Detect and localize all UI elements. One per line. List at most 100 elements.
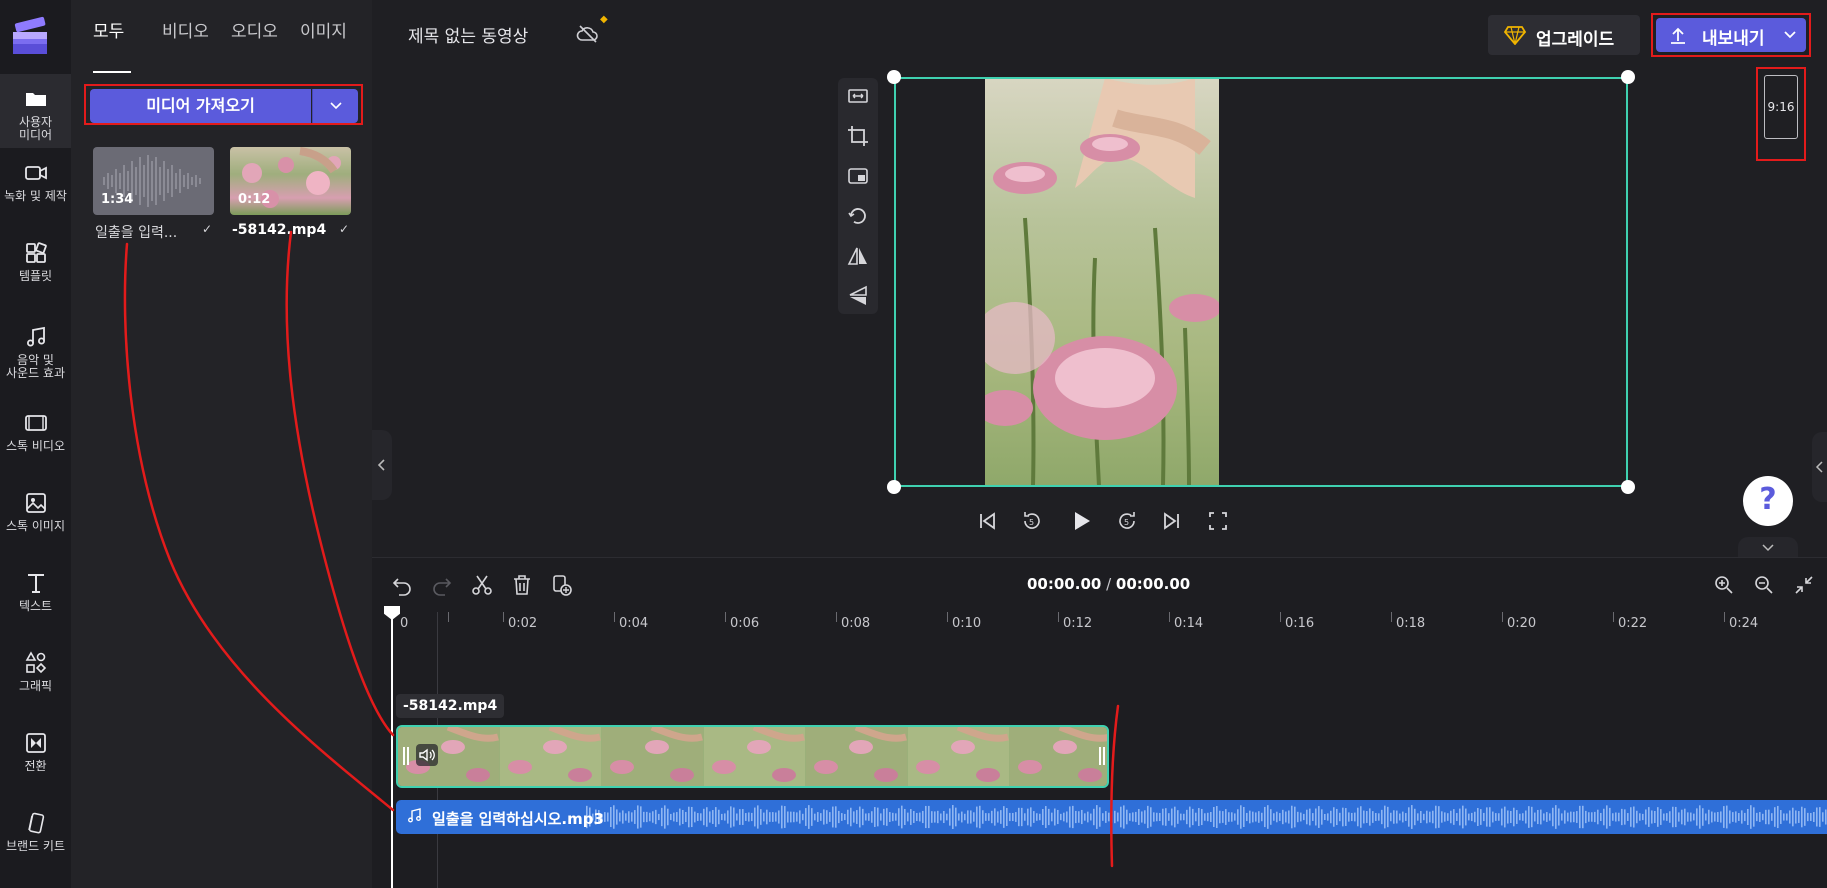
flip-horizontal-icon[interactable] [846, 244, 870, 268]
skip-to-start-icon[interactable] [974, 508, 1000, 534]
rail-item-transitions[interactable]: 전환 [0, 718, 71, 792]
resize-handle-top-left[interactable] [887, 70, 901, 84]
zoom-in-icon[interactable] [1712, 573, 1736, 597]
music-note-icon [26, 326, 45, 347]
image-icon [25, 493, 46, 513]
help-button[interactable]: ? [1743, 476, 1793, 526]
fit-icon[interactable] [846, 84, 870, 108]
duplicate-icon[interactable] [550, 573, 574, 597]
ruler-tick [448, 612, 449, 622]
audio-clip[interactable]: 일출을 입력하십시오.mp3 [396, 800, 1827, 834]
transition-icon [25, 733, 46, 753]
ruler-tick [1613, 612, 1614, 622]
picture-in-picture-icon[interactable] [846, 164, 870, 188]
import-annotation-box: 미디어 가져오기 [84, 84, 363, 125]
rail-item-templates[interactable]: 템플릿 [0, 228, 71, 302]
clipchamp-editor: 사용자 미디어 녹화 및 제작 템플릿 음악 및 사운드 효과 스톡 비디오 스… [0, 0, 1827, 888]
fullscreen-icon[interactable] [1205, 508, 1231, 534]
rail-item-your-media[interactable]: 사용자 미디어 [0, 74, 71, 148]
help-label: ? [1759, 482, 1777, 517]
ruler-label: 0:14 [1174, 616, 1204, 631]
skip-to-end-icon[interactable] [1159, 508, 1185, 534]
forward-5-icon[interactable]: 5 [1114, 508, 1140, 534]
rail-item-label: 브랜드 키트 [5, 839, 65, 853]
resize-handle-top-right[interactable] [1621, 70, 1635, 84]
shapes-icon [25, 651, 46, 674]
ruler-tick [947, 612, 948, 622]
check-icon: ✓ [338, 222, 349, 236]
brand-kit-icon [27, 812, 44, 834]
asset-duration: 0:12 [238, 192, 271, 207]
timeline-ruler[interactable]: 0 0:02 0:04 0:06 0:08 0:10 0:12 0:14 0:1… [372, 608, 1827, 632]
ruler-label: 0:08 [841, 616, 871, 631]
rail-item-stock-video[interactable]: 스톡 비디오 [0, 398, 71, 472]
ruler-label: 0:22 [1618, 616, 1648, 631]
play-icon[interactable] [1068, 508, 1094, 534]
ruler-tick [1724, 612, 1725, 622]
ruler-label: 0 [400, 616, 409, 631]
ruler-label: 0:04 [619, 616, 649, 631]
film-icon [24, 415, 47, 431]
cloud-off-icon [576, 25, 598, 43]
undo-icon[interactable] [390, 573, 414, 597]
resize-handle-bottom-right[interactable] [1621, 480, 1635, 494]
collapse-panel-button[interactable] [372, 430, 392, 500]
import-dropdown-button[interactable] [312, 89, 358, 123]
rail-item-music-sfx[interactable]: 음악 및 사운드 효과 [0, 312, 71, 386]
redo-icon[interactable] [430, 573, 454, 597]
timeline-panel: 00:00.00 / 00:00.00 0 0:02 0:04 0:06 0:0… [372, 557, 1827, 888]
ruler-label: 0:20 [1507, 616, 1537, 631]
flip-vertical-icon[interactable] [846, 284, 870, 308]
asset-duration: 1:34 [101, 192, 134, 207]
resize-handle-bottom-left[interactable] [887, 480, 901, 494]
ruler-label: 0:10 [952, 616, 982, 631]
rail-item-graphics[interactable]: 그래픽 [0, 638, 71, 712]
templates-icon [25, 242, 47, 263]
tab-audio[interactable]: 오디오 [231, 22, 278, 43]
export-button[interactable]: 내보내기 [1656, 18, 1806, 52]
collapse-preview-button[interactable] [1738, 537, 1798, 557]
audio-clip-label: 일출을 입력하십시오.mp3 [432, 810, 604, 828]
aspect-ratio-annotation-box: 9:16 [1756, 67, 1806, 161]
crop-icon[interactable] [846, 124, 870, 148]
rail-item-label: 텍스트 [18, 599, 53, 613]
rail-item-label: 음악 및 사운드 효과 [5, 353, 65, 380]
ruler-label: 0:02 [508, 616, 538, 631]
volume-icon[interactable] [416, 744, 438, 766]
video-clip[interactable] [396, 725, 1109, 788]
export-annotation-box: 내보내기 [1651, 13, 1811, 57]
collapse-right-panel-button[interactable] [1812, 432, 1827, 502]
rail-item-text[interactable]: 텍스트 [0, 558, 71, 632]
zoom-out-icon[interactable] [1752, 573, 1776, 597]
tab-all[interactable]: 모두 [93, 22, 124, 43]
rail-item-record-create[interactable]: 녹화 및 제작 [0, 148, 71, 222]
premium-gem-icon: ◆ [600, 14, 608, 25]
aspect-ratio-button[interactable]: 9:16 [1764, 75, 1798, 139]
media-asset-audio[interactable]: 1:34 일출을 입력... ✓ [93, 147, 214, 241]
ruler-tick [1391, 612, 1392, 622]
trim-handle-right-icon[interactable] [1097, 745, 1107, 767]
total-time: 00:00.00 [1115, 575, 1191, 593]
fit-timeline-icon[interactable] [1792, 573, 1816, 597]
trash-icon[interactable] [510, 573, 534, 597]
tab-image[interactable]: 이미지 [300, 22, 347, 43]
rail-item-brand-kit[interactable]: 브랜드 키트 [0, 798, 71, 872]
rewind-5-icon[interactable]: 5 [1019, 508, 1045, 534]
chevron-down-icon [330, 102, 342, 110]
project-title[interactable]: 제목 없는 동영상 [408, 22, 528, 47]
canvas-selection-frame[interactable] [894, 77, 1628, 487]
media-asset-video[interactable]: 0:12 -58142.mp4 ✓ [230, 147, 351, 238]
upgrade-button[interactable]: 업그레이드 [1488, 15, 1640, 55]
import-media-button[interactable]: 미디어 가져오기 [90, 89, 311, 123]
chevron-left-icon [1815, 461, 1823, 473]
app-logo-icon [13, 16, 47, 54]
tab-video[interactable]: 비디오 [162, 22, 209, 43]
playhead[interactable] [391, 612, 393, 888]
scissors-icon[interactable] [470, 573, 494, 597]
rail-item-stock-images[interactable]: 스톡 이미지 [0, 478, 71, 552]
rotate-icon[interactable] [846, 204, 870, 228]
asset-thumbnail: 0:12 [230, 147, 351, 215]
trim-handle-left-icon[interactable] [401, 745, 411, 767]
rail-item-label: 스톡 이미지 [5, 519, 65, 533]
video-camera-icon [24, 166, 47, 180]
